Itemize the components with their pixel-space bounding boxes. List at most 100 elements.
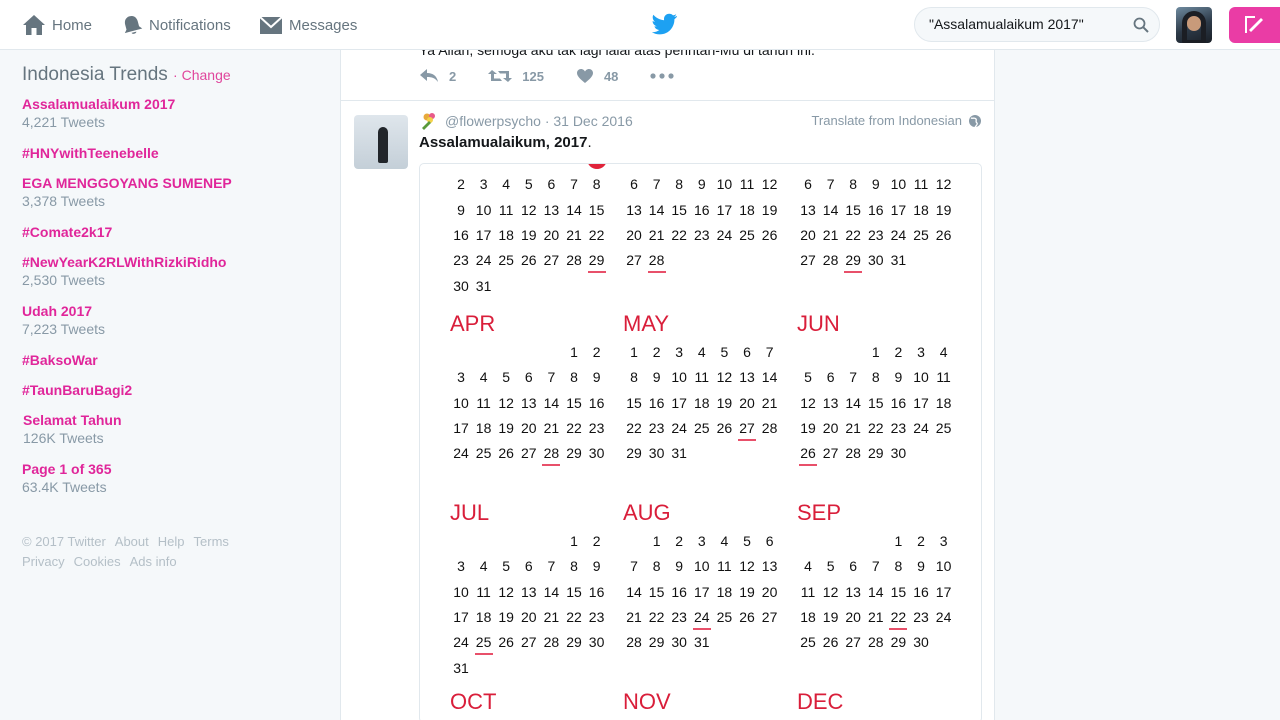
trend-name[interactable]: Udah 2017 (22, 303, 105, 319)
calendar-day: 19 (935, 201, 952, 218)
search-icon[interactable] (1133, 17, 1149, 33)
calendar-day: 26 (521, 252, 537, 269)
tweet-text-bold: Assalamualaikum, 2017 (419, 134, 588, 151)
search-box[interactable] (914, 7, 1160, 42)
trend-name[interactable]: #TaunBaruBagi2 (22, 382, 132, 398)
footer-about[interactable]: About (115, 534, 149, 549)
calendar-day: 26 (498, 445, 514, 462)
calendar-day: 12 (521, 201, 537, 218)
calendar-day: 27 (521, 445, 537, 462)
calendar-day: 18 (739, 201, 755, 218)
calendar-day: 28 (543, 634, 560, 651)
tweet-avatar[interactable] (354, 115, 408, 169)
calendar-day: 8 (675, 176, 684, 193)
calendar-day: 5 (743, 533, 751, 549)
tweet-media-calendar[interactable]: 1234567891011121314151617181920212223242… (419, 163, 982, 720)
calendar-day: 8 (849, 176, 858, 193)
user-avatar[interactable] (1176, 7, 1212, 43)
calendar-month-name: MAY (623, 311, 670, 336)
calendar-day: 11 (800, 583, 816, 600)
calendar-day: 28 (566, 252, 582, 269)
nav-notifications[interactable]: Notifications (121, 0, 231, 50)
calendar-day: 30 (913, 634, 929, 651)
trend-item[interactable]: Page 1 of 365 63.4K Tweets (22, 461, 112, 495)
retweet-count: 125 (522, 68, 544, 84)
footer-cookies[interactable]: Cookies (74, 554, 121, 569)
reply-button[interactable]: 2 (419, 68, 456, 84)
calendar-day: 29 (842, 252, 864, 274)
more-button[interactable] (650, 73, 684, 79)
trends-change-link[interactable]: · Change (173, 67, 231, 83)
calendar-day: 5 (826, 558, 835, 575)
calendar-day: 21 (761, 394, 778, 411)
calendar-day: 4 (502, 176, 511, 193)
tweet-handle[interactable]: @flowerpsycho (445, 113, 541, 129)
calendar-day: 19 (761, 201, 778, 218)
translate-label[interactable]: Translate from Indonesian (811, 113, 962, 128)
translate-link[interactable]: Translate from Indonesian (811, 113, 982, 128)
calendar-day: 23 (648, 419, 665, 436)
nav-messages[interactable]: Messages (259, 0, 357, 50)
calendar-day: 12 (739, 558, 755, 575)
trend-name[interactable]: #Comate2k17 (22, 224, 112, 240)
trend-name[interactable]: Page 1 of 365 (22, 461, 112, 477)
calendar-day: 14 (648, 201, 665, 218)
calendar-day: 4 (697, 344, 706, 360)
trend-name[interactable]: EGA MENGGOYANG SUMENEP (22, 175, 232, 191)
calendar-day: 13 (822, 394, 839, 411)
calendar-day: 17 (890, 201, 907, 218)
calendar-day: 7 (547, 558, 556, 575)
trend-item[interactable]: #HNYwithTeenebelle (22, 145, 159, 161)
trend-item[interactable]: Selamat Tahun 126K Tweets (23, 412, 122, 446)
calendar-day: 28 (868, 634, 884, 651)
calendar-day: 30 (588, 634, 605, 651)
search-input[interactable] (929, 16, 1129, 32)
twitter-bird-icon[interactable] (652, 12, 678, 36)
trend-name[interactable]: #HNYwithTeenebelle (22, 145, 159, 161)
trend-item[interactable]: Udah 2017 7,223 Tweets (22, 303, 105, 337)
calendar-month-name: DEC (797, 689, 844, 714)
trend-name[interactable]: Assalamualaikum 2017 (22, 96, 175, 112)
calendar-day: 15 (648, 583, 665, 600)
calendar-day: 24 (671, 419, 687, 436)
trend-item[interactable]: #TaunBaruBagi2 (22, 382, 132, 398)
calendar-day: 18 (694, 394, 710, 411)
calendar-day: 25 (935, 419, 952, 436)
retweet-icon (488, 70, 513, 82)
compose-quill-icon (1245, 16, 1263, 33)
trend-name[interactable]: #NewYearK2RLWithRizkiRidho (22, 254, 226, 270)
footer-ads-info[interactable]: Ads info (130, 554, 177, 569)
calendar-day: 13 (521, 394, 537, 411)
like-button[interactable]: 48 (576, 68, 618, 84)
calendar-day: 20 (521, 608, 537, 625)
calendar-day: 10 (453, 583, 469, 600)
calendar-day: 28 (761, 419, 778, 436)
calendar-day: 7 (570, 176, 578, 193)
calendar-day: 9 (675, 558, 684, 575)
calendar-day: 27 (822, 445, 839, 462)
trend-item[interactable]: #NewYearK2RLWithRizkiRidho 2,530 Tweets (22, 254, 226, 288)
calendar-day: 7 (630, 558, 638, 575)
calendar-day: 25 (913, 226, 929, 243)
calendar-day: 16 (588, 583, 605, 600)
trend-item[interactable]: #BaksoWar (22, 352, 98, 368)
retweet-button[interactable]: 125 (488, 68, 544, 84)
compose-tweet-button[interactable] (1229, 7, 1280, 43)
footer-terms[interactable]: Terms (194, 534, 229, 549)
calendar-day: 23 (868, 226, 884, 243)
trend-item[interactable]: #Comate2k17 (22, 224, 112, 240)
calendar-day: 23 (890, 419, 907, 436)
trend-item[interactable]: Assalamualaikum 2017 4,221 Tweets (22, 96, 175, 130)
trend-name[interactable]: Selamat Tahun (23, 412, 122, 428)
footer-privacy[interactable]: Privacy (22, 554, 65, 569)
footer-help[interactable]: Help (158, 534, 185, 549)
calendar-day: 20 (845, 608, 861, 625)
trend-name[interactable]: #BaksoWar (22, 352, 98, 368)
heart-icon (576, 69, 593, 83)
trend-item[interactable]: EGA MENGGOYANG SUMENEP 3,378 Tweets (22, 175, 232, 209)
calendar-day: 29 (586, 252, 608, 274)
nav-home[interactable]: Home (22, 0, 92, 50)
tweet-date[interactable]: · 31 Dec 2016 (545, 113, 633, 129)
calendar-day: 4 (759, 164, 781, 167)
calendar-day: 27 (543, 252, 560, 269)
